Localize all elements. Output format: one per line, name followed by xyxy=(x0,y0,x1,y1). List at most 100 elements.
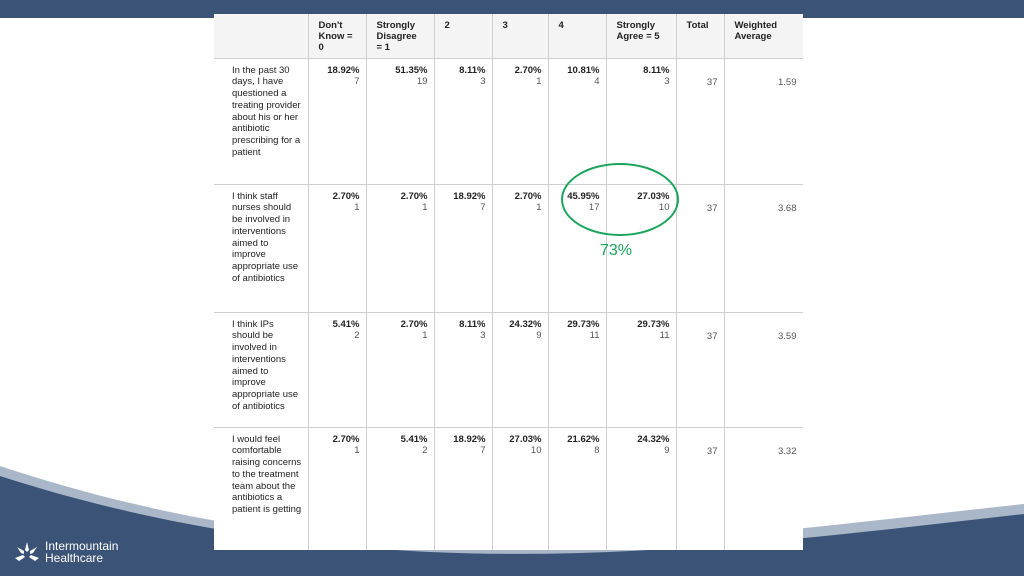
weighted-average-cell: 1.59 xyxy=(724,58,803,185)
response-cell: 2.70% 1 xyxy=(492,184,549,313)
total-value: 37 xyxy=(706,330,718,342)
response-percent: 27.03% xyxy=(509,433,542,445)
total-cell: 37 xyxy=(676,312,725,428)
header-2: 2 xyxy=(434,14,493,59)
response-count: 3 xyxy=(664,76,670,88)
response-count: 7 xyxy=(480,202,486,214)
question-cell: I think IPs should be involved in interv… xyxy=(214,312,309,428)
header-dont-know: Don't Know = 0 xyxy=(308,14,367,59)
response-percent: 2.70% xyxy=(332,433,360,445)
weighted-average-value: 3.59 xyxy=(778,330,797,342)
response-count: 3 xyxy=(480,76,486,88)
response-cell: 5.41% 2 xyxy=(366,427,435,550)
table-row: In the past 30 days, I have questioned a… xyxy=(214,58,803,185)
response-percent: 8.11% xyxy=(459,64,486,76)
response-cell: 2.70% 1 xyxy=(366,312,435,428)
response-cell: 51.35% 19 xyxy=(366,58,435,185)
response-percent: 2.70% xyxy=(514,64,542,76)
table-row: I would feel comfortable raising concern… xyxy=(214,427,803,550)
response-count: 7 xyxy=(480,445,486,457)
response-count: 11 xyxy=(589,330,600,342)
weighted-average-value: 3.32 xyxy=(778,445,797,457)
response-cell: 2.70% 1 xyxy=(366,184,435,313)
response-cell: 2.70% 1 xyxy=(308,427,367,550)
response-count: 7 xyxy=(354,76,360,88)
logo-star-icon xyxy=(15,542,39,561)
response-percent: 8.11% xyxy=(459,318,486,330)
response-count: 2 xyxy=(354,330,360,342)
response-percent: 2.70% xyxy=(514,190,542,202)
response-cell: 21.62% 8 xyxy=(548,427,607,550)
response-count: 1 xyxy=(536,76,542,88)
response-percent: 8.11% xyxy=(643,64,670,76)
response-count: 1 xyxy=(536,202,542,214)
response-count: 2 xyxy=(422,445,428,457)
weighted-average-cell: 3.59 xyxy=(724,312,803,428)
response-cell: 18.92% 7 xyxy=(434,184,493,313)
table-row: I think staff nurses should be involved … xyxy=(214,184,803,313)
total-cell: 37 xyxy=(676,184,725,313)
total-value: 37 xyxy=(706,76,718,88)
weighted-average-value: 3.68 xyxy=(778,202,797,214)
response-count: 1 xyxy=(354,445,360,457)
response-percent: 51.35% xyxy=(395,64,428,76)
response-cell: 8.11% 3 xyxy=(434,58,493,185)
total-value: 37 xyxy=(706,445,718,457)
response-cell: 18.92% 7 xyxy=(434,427,493,550)
response-percent: 2.70% xyxy=(400,190,428,202)
response-count: 19 xyxy=(416,76,428,88)
response-percent: 18.92% xyxy=(453,433,486,445)
logo-line2: Healthcare xyxy=(45,551,104,565)
total-cell: 37 xyxy=(676,58,725,185)
response-percent: 5.41% xyxy=(400,433,428,445)
response-count: 10 xyxy=(530,445,542,457)
total-value: 37 xyxy=(706,202,718,214)
response-percent: 21.62% xyxy=(567,433,600,445)
response-percent: 29.73% xyxy=(637,318,670,330)
response-percent: 18.92% xyxy=(453,190,486,202)
response-count: 8 xyxy=(594,445,600,457)
response-count: 1 xyxy=(422,330,428,342)
annotation-label: 73% xyxy=(600,242,633,259)
response-cell: 29.73% 11 xyxy=(548,312,607,428)
total-cell: 37 xyxy=(676,427,725,550)
response-percent: 18.92% xyxy=(327,64,360,76)
header-strongly-disagree: Strongly Disagree = 1 xyxy=(366,14,435,59)
header-strongly-agree: Strongly Agree = 5 xyxy=(606,14,677,59)
logo: Intermountain Healthcare xyxy=(12,540,118,564)
response-percent: 24.32% xyxy=(637,433,670,445)
response-count: 3 xyxy=(480,330,486,342)
response-percent: 2.70% xyxy=(400,318,428,330)
response-cell: 24.32% 9 xyxy=(492,312,549,428)
header-3: 3 xyxy=(492,14,549,59)
header-row: Don't Know = 0 Strongly Disagree = 1 2 3… xyxy=(214,14,803,59)
response-percent: 24.32% xyxy=(509,318,542,330)
response-count: 4 xyxy=(594,76,600,88)
response-cell: 8.11% 3 xyxy=(434,312,493,428)
table-row: I think IPs should be involved in interv… xyxy=(214,312,803,428)
header-4: 4 xyxy=(548,14,607,59)
response-cell: 24.32% 9 xyxy=(606,427,677,550)
header-question xyxy=(214,14,309,59)
response-cell: 2.70% 1 xyxy=(308,184,367,313)
response-count: 9 xyxy=(664,445,670,457)
weighted-average-cell: 3.68 xyxy=(724,184,803,313)
survey-results-table: Don't Know = 0 Strongly Disagree = 1 2 3… xyxy=(214,14,803,550)
response-percent: 29.73% xyxy=(567,318,600,330)
response-count: 9 xyxy=(536,330,542,342)
highlight-circle xyxy=(561,163,679,236)
weighted-average-cell: 3.32 xyxy=(724,427,803,550)
question-cell: I think staff nurses should be involved … xyxy=(214,184,309,313)
response-cell: 29.73% 11 xyxy=(606,312,677,428)
header-total: Total xyxy=(676,14,725,59)
response-cell: 2.70% 1 xyxy=(492,58,549,185)
response-percent: 2.70% xyxy=(332,190,360,202)
question-cell: In the past 30 days, I have questioned a… xyxy=(214,58,309,185)
response-cell: 27.03% 10 xyxy=(492,427,549,550)
response-percent: 10.81% xyxy=(567,64,600,76)
weighted-average-value: 1.59 xyxy=(778,76,797,88)
response-count: 1 xyxy=(422,202,428,214)
response-count: 1 xyxy=(354,202,360,214)
response-cell: 5.41% 2 xyxy=(308,312,367,428)
response-cell: 18.92% 7 xyxy=(308,58,367,185)
